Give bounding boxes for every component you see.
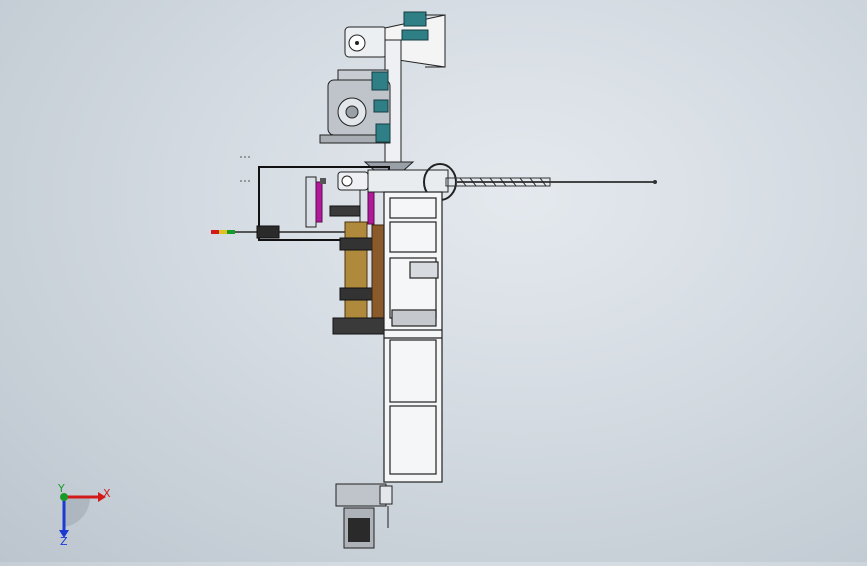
y-axis-label: Y: [57, 482, 65, 495]
dimension-marks: [240, 156, 252, 182]
z-axis-label: Z: [60, 535, 68, 548]
cad-model-drawing[interactable]: X Y Z: [0, 0, 867, 562]
bracket-assembly-left: [305, 176, 326, 228]
cad-viewport[interactable]: X Y Z: [0, 0, 867, 562]
clamp-block: [329, 205, 361, 217]
x-axis-label: X: [103, 487, 111, 500]
gear-motor[interactable]: [319, 69, 391, 144]
frame-tower[interactable]: [383, 191, 443, 483]
indicator-shaft[interactable]: [211, 225, 345, 239]
bottom-servo-motor[interactable]: [335, 483, 393, 549]
coordinate-triad: X Y Z: [57, 482, 111, 548]
